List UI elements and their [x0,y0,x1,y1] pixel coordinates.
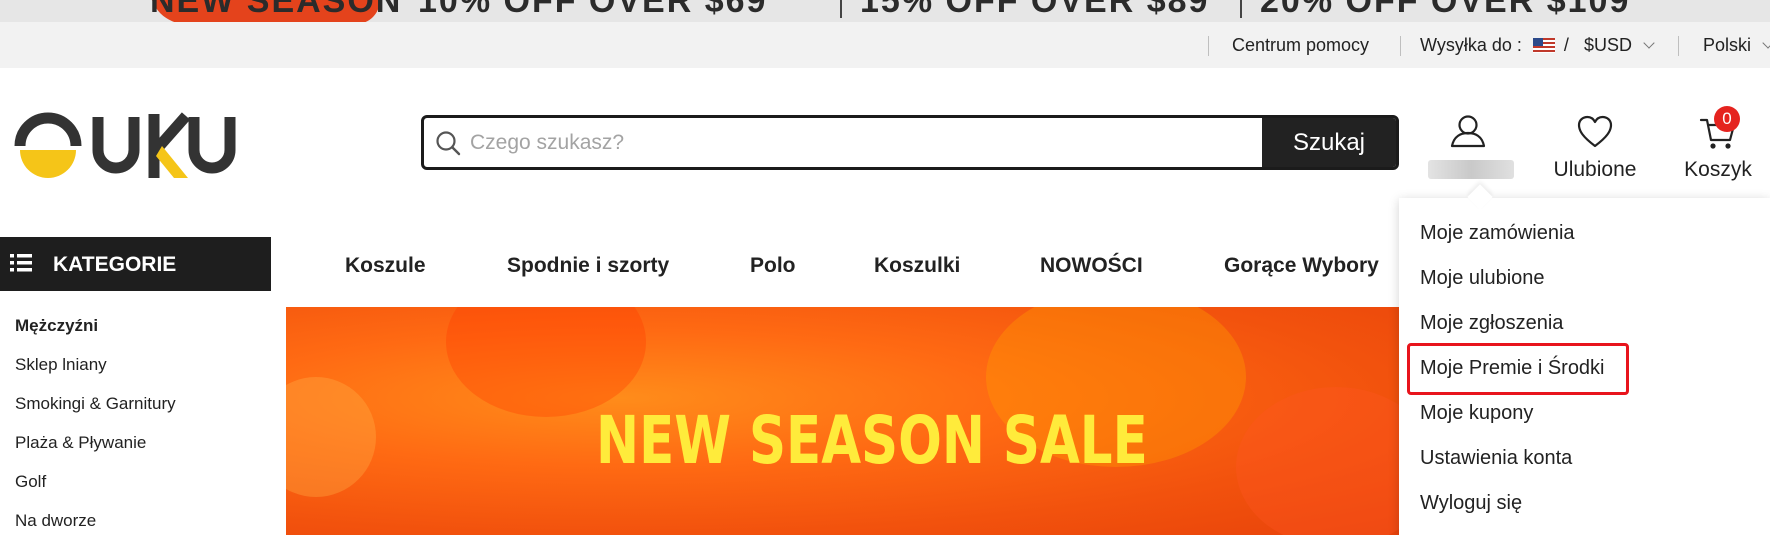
hero-title: NEW SEASON SALE [596,402,1148,479]
main-nav: Koszule Spodnie i szorty Polo Koszulki N… [271,237,1400,291]
sidebar-item[interactable]: Smokingi & Garnitury [15,394,176,414]
nav-item-koszule[interactable]: Koszule [345,254,426,278]
categories-label: KATEGORIE [53,253,177,276]
sidebar-heading-men[interactable]: Mężczyźni [15,316,98,336]
account-dropdown: Moje zamówienia Moje ulubione Moje zgłos… [1399,198,1770,535]
nav-item-spodnie[interactable]: Spodnie i szorty [507,254,669,278]
categories-button[interactable]: KATEGORIE [0,237,271,291]
promo-segment: 20% OFF OVER $109 [1260,0,1631,20]
decor-blob [1236,387,1400,535]
menu-icon [10,254,32,272]
heart-icon [1577,115,1613,148]
decor-blob [286,377,376,497]
menu-item-account-settings[interactable]: Ustawienia konta [1420,447,1572,470]
language-selector[interactable]: Polski [1703,35,1770,56]
currency-label: $USD [1583,35,1632,55]
divider [1400,36,1401,56]
promo-segment: 10% OFF OVER $69 [418,0,768,20]
shipping-selector[interactable]: Wysyłka do : / $USD [1420,35,1655,56]
promo-divider [1240,0,1242,18]
menu-item-rewards[interactable]: Moje Premie i Środki [1420,357,1605,380]
category-sidebar: Mężczyźni Sklep lniany Smokingi & Garnit… [0,291,271,535]
divider [1208,36,1209,56]
sidebar-item[interactable]: Plaża & Pływanie [15,433,146,453]
menu-item-tickets[interactable]: Moje zgłoszenia [1420,312,1563,335]
favorites-label: Ulubione [1553,158,1637,181]
search-button[interactable]: Szukaj [1262,118,1396,167]
divider [1678,36,1679,56]
sidebar-item[interactable]: Sklep lniany [15,355,107,375]
menu-item-logout[interactable]: Wyloguj się [1420,492,1522,515]
nav-item-gorace-wybory[interactable]: Gorące Wybory [1224,254,1379,278]
us-flag-icon [1532,38,1555,53]
account-name-redacted [1428,160,1514,179]
promo-strip[interactable]: NEW SEASON 10% OFF OVER $69 15% OFF OVER… [0,0,1770,22]
ship-to-label: Wysyłka do : [1420,35,1522,55]
chevron-down-icon [1643,37,1655,49]
menu-item-orders[interactable]: Moje zamówienia [1420,222,1575,245]
search-icon [436,131,461,156]
search-bar: Szukaj [421,115,1399,170]
account-button[interactable] [1410,112,1525,187]
site-logo[interactable] [12,112,242,182]
chevron-down-icon [1762,37,1770,49]
help-center-link[interactable]: Centrum pomocy [1232,35,1369,56]
cart-button[interactable]: 0 Koszyk [1668,106,1768,182]
menu-item-coupons[interactable]: Moje kupony [1420,402,1533,425]
nav-item-polo[interactable]: Polo [750,254,796,278]
hero-banner[interactable]: NEW SEASON SALE [286,307,1400,535]
ouku-logo-icon [14,112,236,178]
user-icon [1450,115,1486,148]
utility-bar: Centrum pomocy Wysyłka do : / $USD Polsk… [0,22,1770,68]
nav-item-koszulki[interactable]: Koszulki [874,254,960,278]
slash-separator: / [1563,35,1569,55]
cart-label: Koszyk [1684,158,1752,181]
decor-blob [446,307,646,417]
favorites-button[interactable]: Ulubione [1545,112,1645,182]
promo-segment: 15% OFF OVER $89 [860,0,1210,20]
sidebar-item[interactable]: Na dworze [15,511,96,531]
sidebar-item[interactable]: Golf [15,472,46,492]
nav-item-nowosci[interactable]: NOWOŚCI [1040,254,1143,278]
promo-divider [840,0,842,18]
language-label: Polski [1703,35,1752,55]
search-input[interactable] [470,118,1260,167]
cart-count-badge: 0 [1714,106,1740,132]
promo-segment: NEW SEASON [150,0,403,20]
menu-item-favorites[interactable]: Moje ulubione [1420,267,1545,290]
